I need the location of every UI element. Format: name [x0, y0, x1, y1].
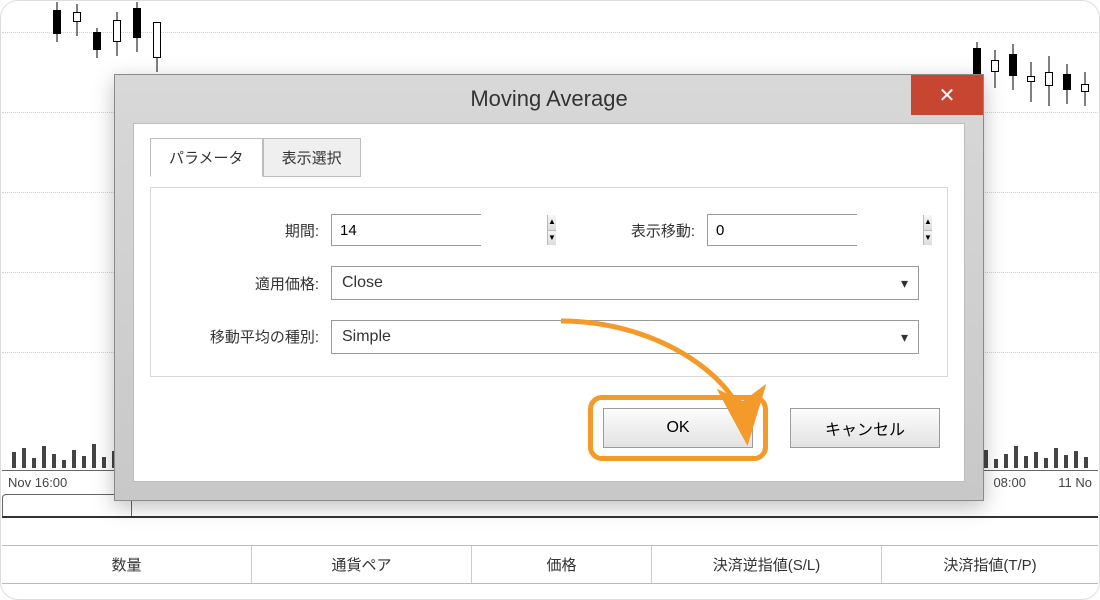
parameters-panel: 期間: ▲ ▼ 表示移動: ▲ ▼ 適用価格: — [150, 187, 948, 377]
apply-price-select[interactable]: Close ▾ — [331, 266, 919, 300]
apply-label: 適用価格: — [179, 273, 319, 294]
shift-up[interactable]: ▲ — [924, 215, 932, 231]
app-frame: Nov 16:00 08:00 11 No 数量 通貨ペア 価格 決済逆指値(S… — [0, 0, 1100, 600]
shift-down[interactable]: ▼ — [924, 231, 932, 246]
dialog-titlebar[interactable]: Moving Average ✕ — [115, 75, 983, 123]
period-label: 期間: — [179, 220, 319, 241]
dialog-tabs: パラメータ 表示選択 — [150, 138, 948, 177]
ok-highlight: OK — [588, 395, 768, 461]
time-label: 11 No — [1058, 475, 1092, 490]
close-icon: ✕ — [939, 83, 956, 108]
cancel-button[interactable]: キャンセル — [790, 408, 940, 448]
shift-input[interactable] — [708, 215, 923, 245]
dialog-footer: OK キャンセル — [150, 377, 948, 461]
apply-price-value: Close — [342, 274, 383, 292]
period-input[interactable] — [332, 215, 547, 245]
chevron-down-icon: ▾ — [901, 275, 908, 292]
col-tp[interactable]: 決済指値(T/P) — [882, 546, 1098, 583]
ma-method-value: Simple — [342, 328, 391, 346]
col-qty[interactable]: 数量 — [2, 546, 252, 583]
col-price[interactable]: 価格 — [472, 546, 652, 583]
shift-stepper[interactable]: ▲ ▼ — [707, 214, 857, 246]
col-sl[interactable]: 決済逆指値(S/L) — [652, 546, 882, 583]
moving-average-dialog: Moving Average ✕ パラメータ 表示選択 期間: ▲ ▼ 表示移 — [114, 74, 984, 501]
tab-parameters[interactable]: パラメータ — [150, 138, 263, 177]
method-label: 移動平均の種別: — [179, 320, 319, 347]
chart-tab[interactable] — [2, 494, 132, 516]
ok-button[interactable]: OK — [603, 408, 753, 448]
dialog-body: パラメータ 表示選択 期間: ▲ ▼ 表示移動: ▲ ▼ — [133, 123, 965, 482]
chevron-down-icon: ▾ — [901, 329, 908, 346]
col-pair[interactable]: 通貨ペア — [252, 546, 472, 583]
dialog-title: Moving Average — [470, 86, 627, 112]
shift-label: 表示移動: — [555, 220, 695, 241]
tab-display[interactable]: 表示選択 — [263, 138, 361, 177]
ma-method-select[interactable]: Simple ▾ — [331, 320, 919, 354]
orders-header: 数量 通貨ペア 価格 決済逆指値(S/L) 決済指値(T/P) — [2, 545, 1098, 584]
period-stepper[interactable]: ▲ ▼ — [331, 214, 481, 246]
time-label: 08:00 — [993, 475, 1026, 490]
time-label: Nov 16:00 — [8, 475, 67, 490]
close-button[interactable]: ✕ — [911, 75, 983, 115]
